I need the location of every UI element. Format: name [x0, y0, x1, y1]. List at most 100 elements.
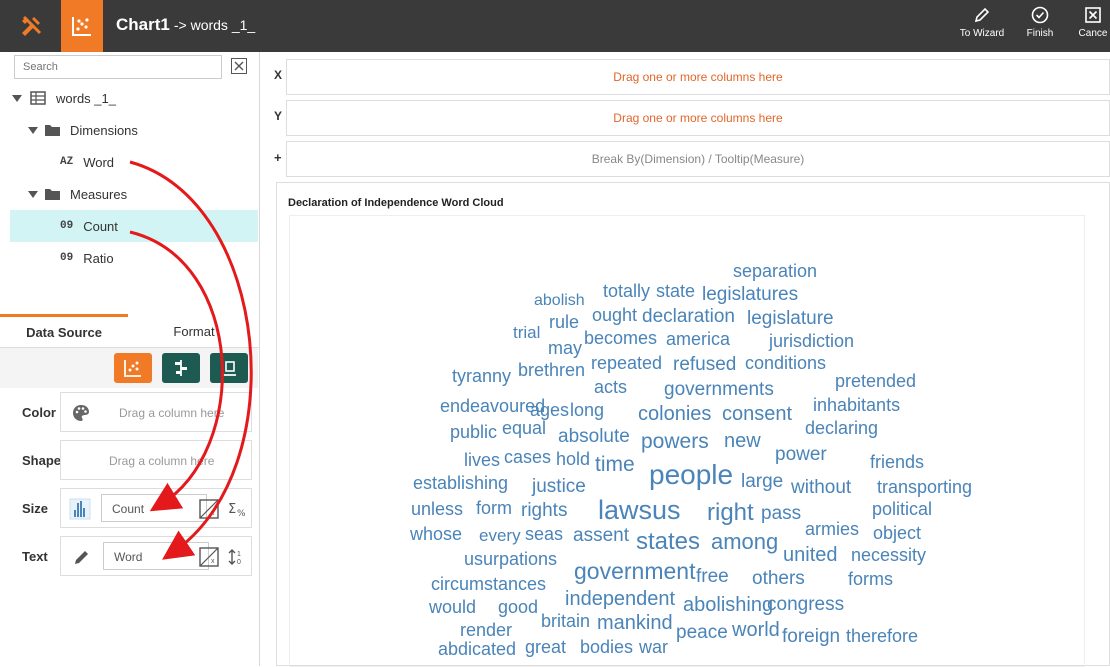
tree-measures[interactable]: Measures — [10, 178, 258, 210]
cloud-word: mankind — [597, 612, 673, 634]
chart-panel: Declaration of Independence Word Cloud s… — [276, 182, 1110, 667]
cloud-word: assent — [573, 525, 630, 546]
svg-text:1: 1 — [237, 551, 241, 558]
cloud-word: abdicated — [438, 639, 516, 659]
shape-drop-zone[interactable]: Drag a column here — [60, 440, 252, 480]
cloud-word: colonies — [638, 403, 711, 425]
dataset-name: words _1_ — [56, 90, 116, 106]
cloud-word: rights — [521, 500, 567, 521]
color-label: Color — [22, 405, 56, 420]
cloud-word: good — [498, 597, 538, 617]
tree-dimensions[interactable]: Dimensions — [10, 114, 258, 146]
cloud-word: governments — [664, 379, 774, 400]
y-axis-drop-zone[interactable]: Drag one or more columns here — [286, 100, 1110, 136]
sigma-percent-icon[interactable]: Σ % — [227, 499, 247, 519]
swap-option-button[interactable] — [210, 353, 248, 383]
cloud-word: becomes — [584, 328, 657, 348]
size-drop-zone[interactable]: Count x Σ % — [60, 488, 252, 528]
chart-option-strip — [0, 348, 258, 388]
scatter-chart-icon — [124, 360, 141, 377]
cloud-word: jurisdiction — [768, 331, 854, 351]
cloud-word: foreign — [782, 626, 840, 647]
cloud-word: us — [652, 495, 681, 525]
cloud-word: people — [649, 459, 733, 490]
cloud-word: independent — [565, 588, 676, 610]
cloud-word: friends — [870, 452, 924, 472]
text-field-pill[interactable]: Word — [103, 542, 209, 570]
cloud-word: unless — [411, 499, 463, 519]
cloud-word: brethren — [518, 360, 585, 380]
cloud-word: conditions — [745, 353, 826, 373]
cloud-word: large — [741, 471, 783, 492]
check-circle-icon — [1031, 6, 1049, 24]
cloud-word: declaration — [642, 306, 735, 327]
x-axis-label: X — [274, 68, 283, 82]
cloud-word: long — [570, 400, 604, 420]
cloud-word: forms — [848, 569, 893, 589]
text-drop-zone[interactable]: Word x 1 0 — [60, 536, 252, 576]
field-settings-icon[interactable]: x — [199, 547, 219, 567]
finish-button[interactable]: Finish — [1010, 6, 1070, 46]
measures-label: Measures — [70, 186, 128, 202]
caret-down-icon[interactable] — [12, 94, 22, 102]
left-panel: words _1_ Dimensions AZ Word Measures 09… — [0, 52, 260, 666]
caret-down-icon[interactable] — [28, 126, 38, 134]
x-axis-drop-zone[interactable]: Drag one or more columns here — [286, 59, 1110, 95]
cloud-word: legislature — [747, 308, 834, 329]
field-word-label: Word — [83, 154, 115, 170]
close-box-icon — [1085, 7, 1101, 23]
to-wizard-label: To Wizard — [959, 28, 1005, 39]
cloud-word: without — [790, 477, 852, 498]
caret-down-icon[interactable] — [28, 190, 38, 198]
size-field-pill[interactable]: Count — [101, 494, 207, 522]
break-by-drop-zone[interactable]: Break By(Dimension) / Tooltip(Measure) — [286, 141, 1110, 177]
cloud-word: congress — [767, 594, 844, 615]
tree-dataset[interactable]: words _1_ — [10, 82, 258, 114]
chart-type-button[interactable] — [61, 0, 103, 52]
cloud-word: tyranny — [452, 366, 511, 386]
tree-field-ratio[interactable]: 09 Ratio — [10, 242, 258, 274]
sort-order-icon[interactable]: 1 0 — [227, 547, 247, 567]
app-logo[interactable] — [0, 0, 61, 52]
cancel-button[interactable]: Cance — [1068, 6, 1110, 46]
cloud-word: britain — [541, 611, 590, 631]
panel-tabs: Data Source Format — [0, 314, 260, 348]
cloud-word: war — [638, 637, 668, 657]
scatter-option-button[interactable] — [114, 353, 152, 383]
palette-icon — [73, 405, 89, 421]
bar-option-button[interactable] — [162, 353, 200, 383]
tree-field-word[interactable]: AZ Word — [10, 146, 258, 178]
field-ratio-label: Ratio — [83, 250, 114, 266]
svg-text:Σ: Σ — [228, 502, 236, 517]
clear-search-icon[interactable] — [231, 58, 247, 74]
cloud-word: time — [595, 453, 635, 476]
cloud-word: form — [476, 498, 512, 518]
folder-open-icon — [45, 189, 60, 200]
field-count-label: Count — [83, 218, 118, 234]
cloud-word: totally — [603, 281, 650, 301]
text-type-icon: AZ — [60, 156, 74, 168]
cloud-word: lives — [464, 450, 500, 470]
cloud-word: america — [666, 329, 731, 349]
cloud-word: bodies — [580, 637, 633, 657]
scatter-chart-icon — [72, 17, 91, 36]
cloud-word: therefore — [846, 626, 918, 646]
cloud-word: right — [707, 499, 754, 526]
svg-text:x: x — [211, 510, 215, 517]
cloud-word: rule — [549, 312, 579, 332]
cloud-word: laws — [598, 495, 652, 525]
bars-icon — [175, 360, 187, 376]
cloud-word: government — [574, 558, 696, 584]
color-drop-zone[interactable]: Drag a column here — [60, 392, 252, 432]
break-by-label: + — [274, 150, 282, 165]
to-wizard-button[interactable]: To Wizard — [952, 6, 1012, 46]
cloud-word: cases — [504, 447, 551, 467]
tree-field-count[interactable]: 09 Count — [10, 210, 258, 242]
tab-data-source[interactable]: Data Source — [0, 314, 128, 348]
cloud-word: transporting — [877, 477, 972, 497]
search-input[interactable] — [14, 55, 222, 79]
page-title: Chart1 -> words _1_ — [116, 15, 255, 35]
field-settings-icon[interactable]: x — [199, 499, 219, 519]
svg-text:%: % — [237, 509, 246, 519]
tab-format[interactable]: Format — [130, 314, 258, 348]
